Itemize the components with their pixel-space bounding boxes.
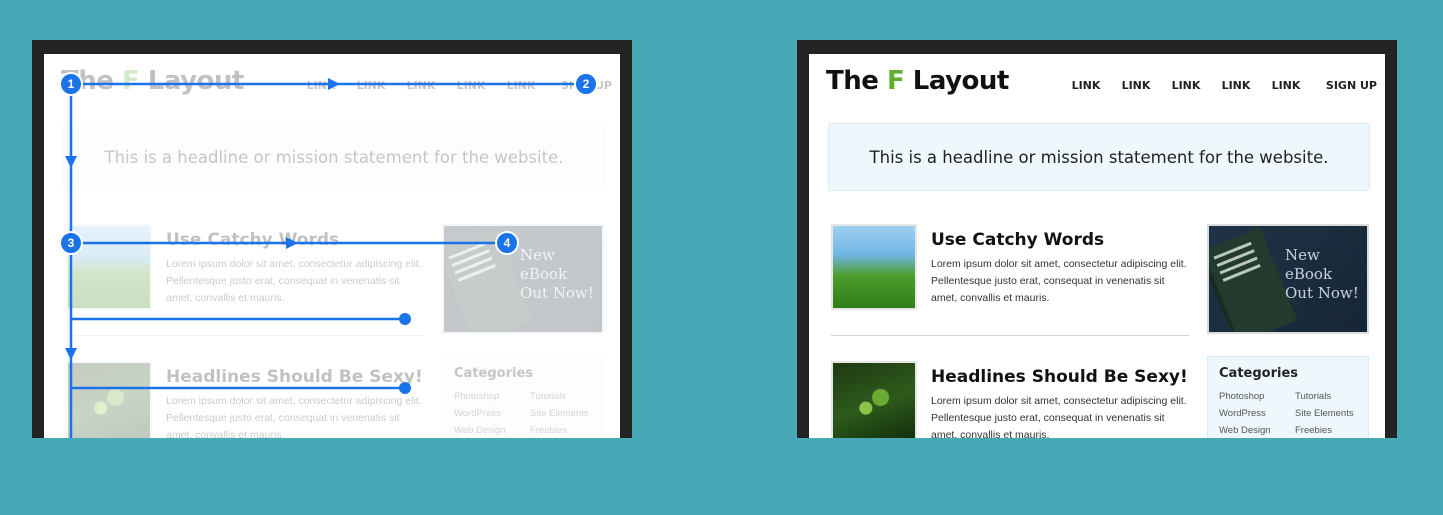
site-mockup: The F Layout LINK LINK LINK LINK LINK SI… (809, 54, 1385, 438)
article-title[interactable]: Headlines Should Be Sexy! (931, 367, 1188, 387)
nav-link[interactable]: LINK (1111, 79, 1161, 92)
logo-text-2: Layout (904, 66, 1010, 96)
promo-line: eBook (1285, 265, 1333, 283)
marker-4: 4 (495, 231, 519, 255)
category-link[interactable]: Freebies (1295, 422, 1375, 438)
path-end-dot (399, 382, 411, 394)
promo-line: Out Now! (1285, 284, 1359, 302)
arrow-down-icon (65, 348, 77, 360)
article-divider (831, 335, 1189, 336)
marker-1: 1 (59, 72, 83, 96)
category-link[interactable]: Web Design (1219, 422, 1295, 438)
leaf-sprout-image[interactable] (831, 361, 917, 438)
arrow-right-icon (286, 237, 298, 249)
categories-title: Categories (1219, 366, 1299, 381)
right-device-frame: The F Layout LINK LINK LINK LINK LINK SI… (797, 40, 1397, 438)
category-link[interactable]: Photoshop (1219, 388, 1295, 405)
promo-text: New eBook Out Now! (1285, 246, 1367, 303)
nav-link[interactable]: LINK (1061, 79, 1111, 92)
f-pattern-eye-path (65, 78, 586, 438)
marker-2: 2 (574, 72, 598, 96)
sky-grass-image[interactable] (831, 224, 917, 310)
nav-link[interactable]: LINK (1161, 79, 1211, 92)
category-link[interactable]: WordPress (1219, 405, 1295, 422)
logo-text-1: The (826, 66, 887, 96)
nav-link[interactable]: LINK (1261, 79, 1311, 92)
headline-banner: This is a headline or mission statement … (828, 123, 1370, 191)
categories-box: Categories Photoshop Tutorials WordPress… (1207, 356, 1369, 438)
nav-link[interactable]: LINK (1211, 79, 1261, 92)
promo-line: New (1285, 246, 1320, 264)
main-nav: LINK LINK LINK LINK LINK SIGN UP (1061, 79, 1377, 92)
arrow-down-icon (65, 156, 77, 168)
site-logo[interactable]: The F Layout (826, 66, 1009, 96)
arrow-right-icon (328, 78, 340, 90)
category-link[interactable]: Tutorials (1295, 388, 1375, 405)
marker-3: 3 (59, 231, 83, 255)
left-device-frame: The F Layout LINK LINK LINK LINK LINK SI… (32, 40, 632, 438)
category-link[interactable]: Site Elements (1295, 405, 1375, 422)
article-excerpt: Lorem ipsum dolor sit amet, consectetur … (931, 258, 1187, 304)
ebook-promo[interactable]: New eBook Out Now! (1207, 224, 1369, 334)
article-title[interactable]: Use Catchy Words (931, 230, 1104, 250)
logo-accent: F (886, 66, 905, 96)
path-end-dot (399, 313, 411, 325)
headline-text: This is a headline or mission statement … (869, 147, 1329, 167)
ebook-cover-image (1209, 227, 1298, 332)
nav-signup[interactable]: SIGN UP (1311, 79, 1377, 92)
article-excerpt: Lorem ipsum dolor sit amet, consectetur … (931, 395, 1187, 438)
categories-list: Photoshop Tutorials WordPress Site Eleme… (1219, 388, 1375, 438)
